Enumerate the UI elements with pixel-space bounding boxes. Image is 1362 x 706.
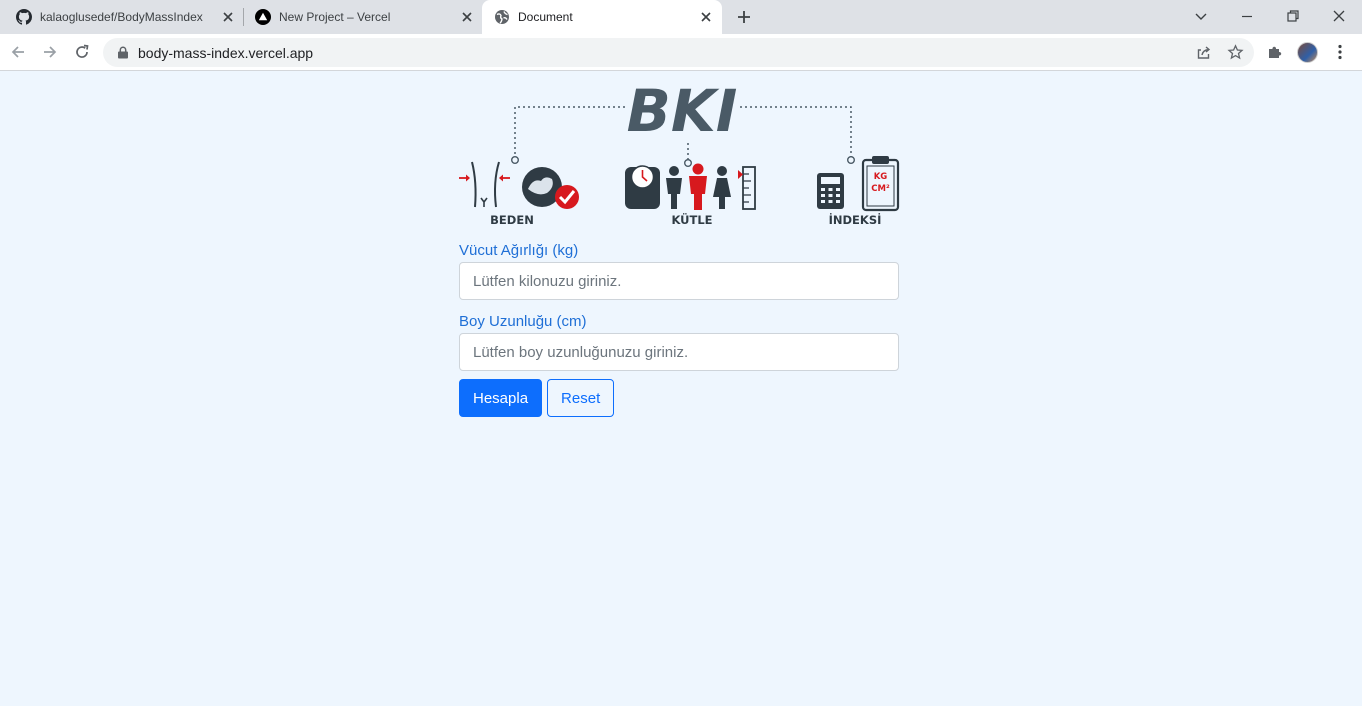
tab-search-chevron-down-icon[interactable]	[1192, 7, 1210, 25]
browser-tab-document[interactable]: Document	[482, 0, 722, 34]
calculate-button[interactable]: Hesapla	[459, 379, 543, 417]
logo-group-kutle: KÜTLE	[671, 212, 712, 227]
menu-kebab-icon[interactable]	[1331, 43, 1349, 61]
browser-tab-bar: kalaoglusedef/BodyMassIndex New Project …	[0, 0, 1362, 34]
bki-logo: BKI BEDEN KÜTLE KG CM² İNDEKSİ	[459, 77, 900, 227]
logo-group-beden: BEDEN	[490, 213, 534, 227]
height-input[interactable]	[459, 333, 899, 371]
page-content: BKI BEDEN KÜTLE KG CM² İNDEKSİ Vücut Ağı…	[0, 71, 1362, 706]
globe-icon	[495, 10, 509, 24]
vercel-icon	[255, 9, 271, 25]
logo-group-indeksi: İNDEKSİ	[829, 212, 882, 227]
waist-icon	[459, 161, 510, 208]
extensions-puzzle-icon[interactable]	[1266, 43, 1284, 61]
bmi-form: Vücut Ağırlığı (kg) Boy Uzunluğu (cm) He…	[459, 241, 899, 417]
reset-button[interactable]: Reset	[547, 379, 615, 417]
tab-title: New Project – Vercel	[279, 10, 391, 24]
browser-tab-github[interactable]: kalaoglusedef/BodyMassIndex	[0, 0, 243, 34]
back-arrow-icon[interactable]	[9, 43, 27, 61]
minimize-icon[interactable]	[1238, 7, 1256, 25]
close-icon[interactable]	[221, 10, 235, 24]
address-bar[interactable]: body-mass-index.vercel.app	[103, 38, 1254, 67]
bookmark-star-icon[interactable]	[1227, 44, 1244, 61]
url-text[interactable]: body-mass-index.vercel.app	[138, 45, 313, 61]
close-window-icon[interactable]	[1330, 7, 1348, 25]
weight-label: Vücut Ağırlığı (kg)	[459, 242, 579, 259]
profile-avatar[interactable]	[1297, 42, 1318, 63]
logo-title: BKI	[627, 77, 738, 145]
height-label: Boy Uzunluğu (cm)	[459, 313, 587, 330]
new-tab-icon[interactable]	[735, 8, 753, 26]
browser-tab-vercel[interactable]: New Project – Vercel	[243, 0, 482, 34]
close-icon[interactable]	[699, 10, 713, 24]
browser-toolbar: body-mass-index.vercel.app	[0, 34, 1362, 71]
button-row: Hesapla Reset	[459, 379, 899, 417]
forward-arrow-icon[interactable]	[41, 43, 59, 61]
ruler-icon	[738, 166, 756, 210]
tab-title: kalaoglusedef/BodyMassIndex	[40, 10, 203, 24]
share-icon[interactable]	[1195, 44, 1212, 61]
github-icon	[16, 9, 32, 25]
clipboard-icon: KG CM²	[861, 156, 900, 212]
clipboard-text-kg: KG	[874, 172, 888, 182]
calculator-icon	[817, 173, 844, 209]
close-icon[interactable]	[460, 10, 474, 24]
people-icon	[666, 163, 731, 210]
tab-title: Document	[518, 10, 573, 24]
weight-input[interactable]	[459, 262, 899, 300]
clipboard-text-cm: CM²	[871, 184, 890, 194]
lock-icon[interactable]	[117, 46, 129, 59]
muscle-check-icon	[522, 167, 579, 209]
restore-icon[interactable]	[1284, 7, 1302, 25]
scale-icon	[625, 165, 660, 209]
reload-icon[interactable]	[73, 43, 91, 61]
